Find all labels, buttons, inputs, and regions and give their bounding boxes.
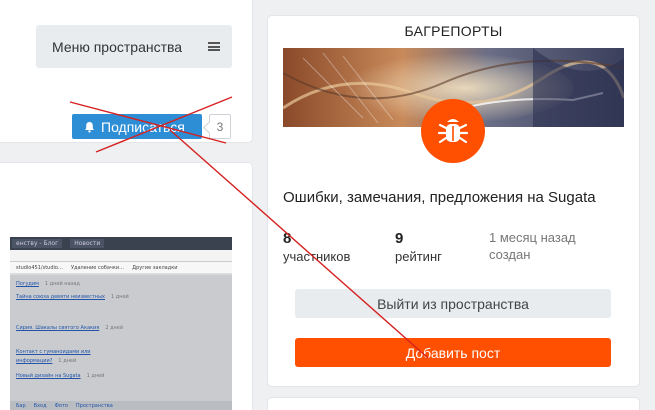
stat-created: 1 месяц назад создан <box>489 230 576 262</box>
created-label: создан <box>489 247 531 262</box>
space-description: Ошибки, замечания, предложения на Sugata <box>283 189 596 206</box>
embedded-footer: Бар Вход Фото Пространства <box>10 401 232 410</box>
leave-space-button[interactable]: Выйти из пространства <box>295 289 611 318</box>
members-label: участников <box>283 249 351 264</box>
subscriber-count: 3 <box>209 114 231 139</box>
embedded-line: Погудим 1 дней назад <box>16 281 80 287</box>
space-info-card: БАГРЕПОРТЫ Ошибки, замечания, предложени… <box>268 16 639 386</box>
space-menu-label: Меню пространства <box>52 38 183 55</box>
bug-icon <box>437 119 469 144</box>
embedded-line: Тайна союза девяти неизвестных 1 дней <box>16 294 129 300</box>
stat-rating: 9 рейтинг <box>395 230 442 264</box>
stat-members: 8 участников <box>283 230 350 264</box>
created-value: 1 месяц назад <box>489 230 576 245</box>
embedded-line: Новый дизайн на Sugata 1 дней <box>16 373 105 379</box>
bell-icon <box>85 121 94 133</box>
add-post-button[interactable]: Добавить пост <box>295 338 611 367</box>
embedded-bookmarks-bar: studio451/studio… Удаление собачки… Друг… <box>10 262 232 274</box>
embedded-line: Сирия. Шакалы святого Акакия 2 дней <box>16 325 124 331</box>
rating-value: 9 <box>395 230 404 247</box>
hamburger-icon <box>208 42 220 51</box>
embedded-tab: енству - Блог <box>12 239 63 248</box>
embedded-browser-tabs: енству - Блог Новости <box>10 237 232 250</box>
members-count: 8 <box>283 230 292 247</box>
embedded-toolbar <box>10 250 232 262</box>
rating-label: рейтинг <box>395 249 442 264</box>
embedded-bookmark: Удаление собачки… <box>70 264 125 271</box>
subscribe-button[interactable]: Подписаться <box>72 114 202 139</box>
post-image-screenshot[interactable]: енству - Блог Новости studio451/studio… … <box>10 237 232 410</box>
subscribe-label: Подписаться <box>101 118 185 135</box>
space-menu-button[interactable]: Меню пространства <box>36 25 232 68</box>
embedded-bookmark: Другие закладки <box>132 264 178 271</box>
embedded-line: информации? 1 дней <box>16 358 77 364</box>
space-avatar <box>421 99 485 163</box>
space-title: БАГРЕПОРТЫ <box>404 23 503 39</box>
embedded-content: Погудим 1 дней назад Тайна союза девяти н… <box>10 275 232 402</box>
embedded-bookmark: studio451/studio… <box>16 264 63 271</box>
embedded-line: Контакт с гуманоидами или <box>16 349 91 355</box>
next-card <box>268 398 639 410</box>
embedded-tab: Новости <box>70 239 105 248</box>
